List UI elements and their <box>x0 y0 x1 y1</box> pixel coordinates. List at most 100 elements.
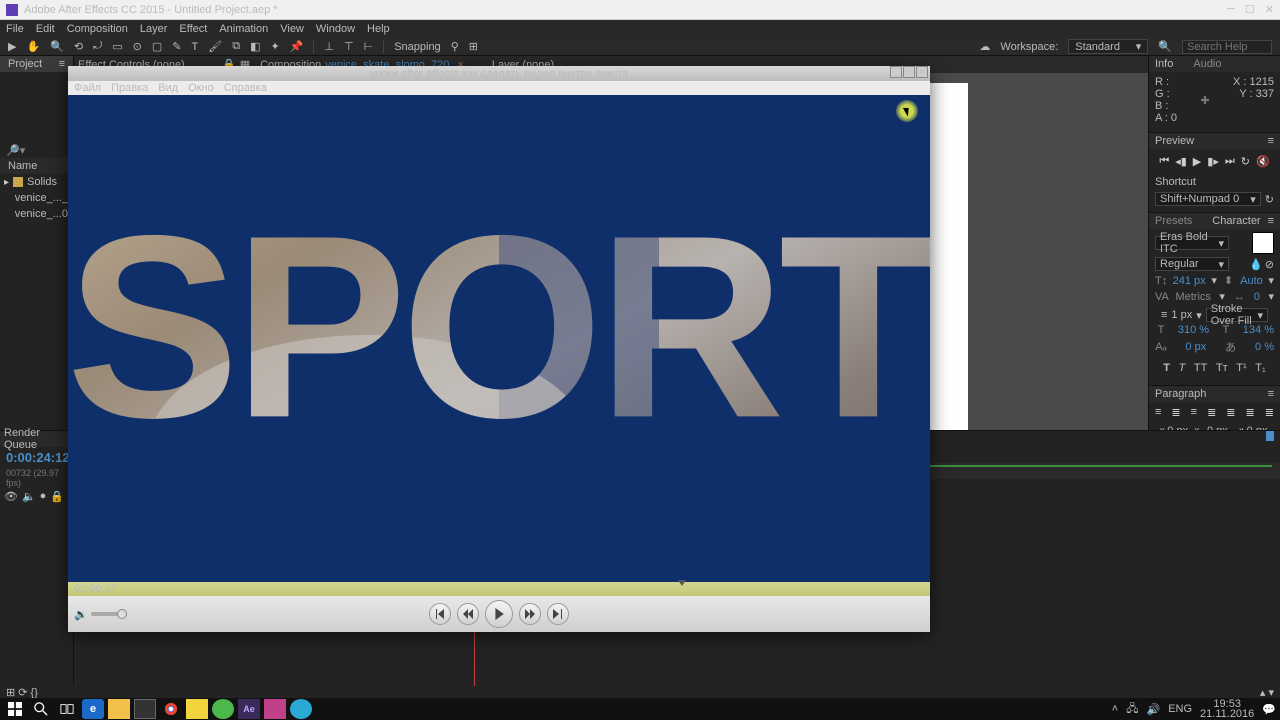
pmenu-view[interactable]: Вид <box>158 82 178 94</box>
allcaps-icon[interactable]: TT <box>1194 362 1207 374</box>
preview-close-icon[interactable]: × <box>916 66 928 78</box>
close-icon[interactable]: ✕ <box>1265 3 1274 16</box>
tracking-value[interactable]: 0 <box>1254 291 1260 303</box>
search-input[interactable] <box>1182 40 1272 54</box>
info-tab[interactable]: InfoAudio <box>1149 56 1280 72</box>
play-button[interactable] <box>485 600 513 628</box>
character-tab[interactable]: Presets Character ≡ <box>1149 213 1280 229</box>
search-taskbar-icon[interactable] <box>30 699 52 719</box>
speaker-icon[interactable]: 🔈 <box>22 490 36 503</box>
app-pink-icon[interactable] <box>264 699 286 719</box>
preview-titlebar[interactable]: уроки after effects как сделать видео вн… <box>68 66 930 81</box>
app-blue-icon[interactable] <box>290 699 312 719</box>
stroke-mode-select[interactable]: Stroke Over Fill▾ <box>1206 308 1268 322</box>
shape-tool-icon[interactable]: ▢ <box>152 40 162 53</box>
bold-icon[interactable]: T <box>1163 362 1170 374</box>
go-first-button[interactable] <box>429 603 451 625</box>
justify-last-center-icon[interactable]: ≣ <box>1226 406 1235 419</box>
menu-animation[interactable]: Animation <box>219 23 268 35</box>
eraser-tool-icon[interactable]: ◧ <box>250 40 260 53</box>
vscale-value[interactable]: 310 % <box>1178 324 1209 336</box>
shortcut-select[interactable]: Shift+Numpad 0▾ <box>1155 192 1261 206</box>
pmenu-edit[interactable]: Правка <box>111 82 148 94</box>
footer-icons[interactable]: ⊞ ⟳ {} <box>6 686 38 699</box>
mute-icon[interactable]: 🔇 <box>1256 155 1270 168</box>
smallcaps-icon[interactable]: Tᴛ <box>1216 362 1228 374</box>
next-frame-icon[interactable]: ▮▸ <box>1207 155 1219 168</box>
baseline-value[interactable]: 0 px <box>1185 341 1206 353</box>
tree-video-1[interactable]: venice_..._s... <box>0 190 73 206</box>
notes-icon[interactable] <box>186 699 208 719</box>
preview-tab[interactable]: Preview≡ <box>1149 133 1280 149</box>
menu-file[interactable]: File <box>6 23 24 35</box>
lock-icon[interactable]: 🔒 <box>50 490 64 503</box>
store-icon[interactable] <box>134 699 156 719</box>
snapping-label[interactable]: Snapping <box>394 41 441 53</box>
font-style-select[interactable]: Regular▾ <box>1155 257 1229 271</box>
snapping-icon[interactable]: ⚲ <box>451 40 459 53</box>
timecode[interactable]: 0:00:24:12 <box>0 447 73 468</box>
pen-tool-icon[interactable]: ✎ <box>172 40 181 53</box>
selection-tool-icon[interactable]: ▶ <box>8 40 16 53</box>
rewind-button[interactable] <box>457 603 479 625</box>
superscript-icon[interactable]: T¹ <box>1236 362 1246 374</box>
tray-lang[interactable]: ENG <box>1168 703 1192 715</box>
workspace-select[interactable]: Standard▾ <box>1068 39 1148 54</box>
menu-effect[interactable]: Effect <box>179 23 207 35</box>
taskview-icon[interactable] <box>56 699 78 719</box>
align-left-icon[interactable]: ≡ <box>1155 406 1161 419</box>
font-size-value[interactable]: 241 px <box>1173 275 1206 287</box>
eyedropper-icon[interactable]: 💧 <box>1249 258 1263 271</box>
pmenu-file[interactable]: Файл <box>74 82 101 94</box>
align-right-icon[interactable]: ≡ <box>1191 406 1197 419</box>
project-name-col[interactable]: Name <box>0 158 73 174</box>
brush-tool-icon[interactable]: 🖌 <box>208 40 222 53</box>
minimize-icon[interactable]: ─ <box>1227 3 1235 16</box>
justify-last-right-icon[interactable]: ≣ <box>1246 406 1255 419</box>
last-frame-icon[interactable]: ⏭ <box>1225 155 1235 168</box>
rotate-tool-icon[interactable]: ⤾ <box>93 40 102 53</box>
axis-view-icon[interactable]: ⊢ <box>364 40 374 53</box>
tray-volume-icon[interactable]: 🔊 <box>1147 703 1161 716</box>
prev-frame-icon[interactable]: ◂▮ <box>1175 155 1187 168</box>
sync-icon[interactable]: ☁ <box>979 40 990 53</box>
justify-all-icon[interactable]: ≣ <box>1265 406 1274 419</box>
noColor-icon[interactable]: ⊘ <box>1265 258 1274 271</box>
pan-behind-tool-icon[interactable]: ⊙ <box>133 40 142 53</box>
tray-network-icon[interactable]: 🖧 <box>1126 700 1138 719</box>
app-green-icon[interactable] <box>212 699 234 719</box>
camera-tool-icon[interactable]: ▭ <box>112 40 122 53</box>
tray-date[interactable]: 21.11.2016 <box>1200 709 1254 719</box>
menu-window[interactable]: Window <box>316 23 355 35</box>
volume-slider[interactable] <box>91 612 127 616</box>
chrome-icon[interactable] <box>160 699 182 719</box>
menu-view[interactable]: View <box>280 23 304 35</box>
pmenu-help[interactable]: Справка <box>224 82 267 94</box>
font-select[interactable]: Eras Bold ITC▾ <box>1155 236 1229 250</box>
explorer-icon[interactable] <box>108 699 130 719</box>
loop-icon[interactable]: ↻ <box>1241 155 1250 168</box>
maximize-icon[interactable]: ☐ <box>1245 3 1255 16</box>
solo-icon[interactable]: ● <box>40 490 47 503</box>
tree-folder[interactable]: ▸Solids <box>0 174 73 190</box>
zoom-tool-icon[interactable]: 🔍 <box>50 40 64 53</box>
fill-swatch[interactable] <box>1252 232 1274 254</box>
kerning-value[interactable]: Metrics <box>1175 291 1210 303</box>
start-button[interactable] <box>4 699 26 719</box>
first-frame-icon[interactable]: ⏮ <box>1159 155 1169 168</box>
orbit-tool-icon[interactable]: ⟲ <box>74 40 83 53</box>
eye-icon[interactable]: 👁 <box>4 490 18 503</box>
tsume-value[interactable]: 0 % <box>1255 341 1274 353</box>
menu-layer[interactable]: Layer <box>140 23 168 35</box>
project-tab[interactable]: Project≡ <box>0 56 73 72</box>
paragraph-tab[interactable]: Paragraph≡ <box>1149 386 1280 402</box>
project-search[interactable]: 🔎▾ <box>0 142 73 158</box>
clone-tool-icon[interactable]: ⧉ <box>232 40 240 53</box>
snapping-ext-icon[interactable]: ⊞ <box>469 40 478 53</box>
reset-icon[interactable]: ↻ <box>1265 193 1274 206</box>
stroke-width-value[interactable]: 1 px <box>1171 309 1192 321</box>
edge-icon[interactable]: e <box>82 699 104 719</box>
axis-world-icon[interactable]: ⊤ <box>344 40 354 53</box>
pmenu-window[interactable]: Окно <box>188 82 214 94</box>
hand-tool-icon[interactable]: ✋ <box>26 40 40 53</box>
